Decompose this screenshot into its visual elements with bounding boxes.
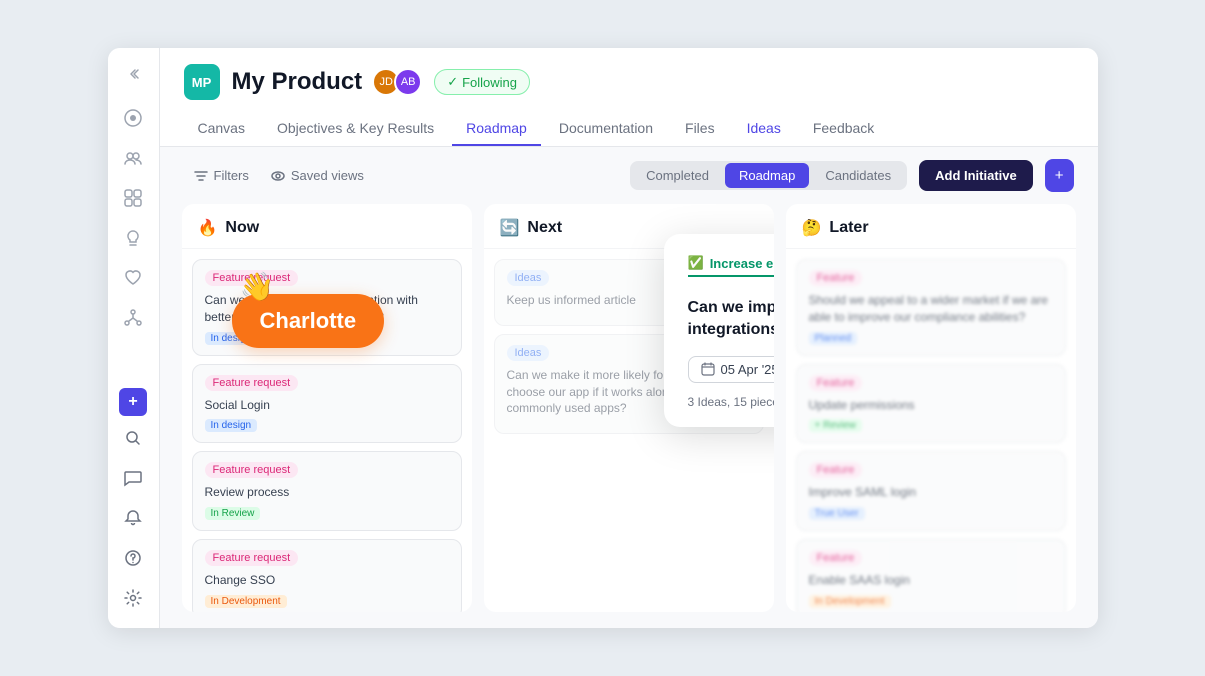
status-badge: Feature request: [205, 375, 299, 391]
now-icon: 🔥: [198, 218, 218, 238]
table-row[interactable]: Feature request Change SSO In Developmen…: [192, 539, 462, 612]
card-label: Planned: [809, 332, 858, 345]
sidebar-item-settings[interactable]: [115, 580, 151, 616]
table-row[interactable]: Feature Should we appeal to a wider mark…: [796, 259, 1066, 356]
kanban-col-now-header: 🔥 Now: [182, 204, 472, 249]
kanban-col-next: 🔄 Next Ideas Keep us informed article Id…: [484, 204, 774, 612]
kanban-col-now: 🔥 Now Feature request Can we increase ad…: [182, 204, 472, 612]
eye-icon: [271, 169, 285, 183]
card-text: Change SSO: [205, 572, 449, 589]
tab-feedback[interactable]: Feedback: [799, 112, 888, 146]
sidebar-item-team[interactable]: [115, 140, 151, 176]
popup-date: 05 Apr '25: [688, 356, 774, 383]
status-badge: Ideas: [507, 270, 550, 286]
table-row[interactable]: Feature Improve SAML login True User: [796, 451, 1066, 531]
tab-okr[interactable]: Objectives & Key Results: [263, 112, 448, 146]
status-badge: Feature request: [205, 462, 299, 478]
card-text: Should we appeal to a wider market if we…: [809, 292, 1053, 326]
view-toggle: Completed Roadmap Candidates: [630, 161, 907, 190]
charlotte-bubble: 👋 Charlotte: [232, 294, 385, 348]
kanban-col-later-header: 🤔 Later: [786, 204, 1076, 249]
sidebar-item-chat[interactable]: [115, 460, 151, 496]
sidebar-item-group[interactable]: [115, 180, 151, 216]
product-avatar: MP: [184, 64, 220, 100]
add-button[interactable]: +: [119, 388, 147, 416]
tab-files[interactable]: Files: [671, 112, 729, 146]
table-row[interactable]: Feature Update permissions + Review: [796, 364, 1066, 444]
popup-meta: 3 Ideas, 15 pieces of Feedback, and 5 Us…: [688, 395, 774, 409]
status-badge: Feature request: [205, 550, 299, 566]
tab-roadmap[interactable]: Roadmap: [452, 112, 541, 146]
status-badge: Feature: [809, 550, 863, 566]
status-badge: Feature: [809, 462, 863, 478]
next-icon: 🔄: [500, 218, 520, 238]
check-circle-icon: ✅: [688, 255, 704, 271]
header: MP My Product JD AB ✓ Following Canvas O…: [160, 48, 1098, 147]
filters-button[interactable]: Filters: [184, 162, 259, 189]
popup-question: Can we improve effectiveness by providin…: [688, 297, 774, 342]
card-text: Update permissions: [809, 397, 1053, 414]
sidebar-item-bell[interactable]: [115, 500, 151, 536]
sidebar-item-dashboard[interactable]: [115, 100, 151, 136]
table-row[interactable]: Feature request Review process In Review: [192, 451, 462, 531]
card-label: True User: [809, 507, 865, 520]
status-badge: Feature: [809, 375, 863, 391]
card-text: Social Login: [205, 397, 449, 414]
sidebar: +: [108, 48, 160, 628]
sidebar-item-search[interactable]: [115, 420, 151, 456]
status-badge: Feature: [809, 270, 863, 286]
tab-documentation[interactable]: Documentation: [545, 112, 667, 146]
filter-icon: [194, 169, 208, 183]
card-text: Improve SAML login: [809, 484, 1053, 501]
sidebar-item-structure[interactable]: [115, 300, 151, 336]
collapse-sidebar-button[interactable]: [119, 60, 147, 88]
avatar: AB: [394, 68, 422, 96]
wave-icon: 👋: [240, 270, 275, 303]
card-text: Review process: [205, 484, 449, 501]
saved-views-button[interactable]: Saved views: [271, 168, 364, 183]
card-text: Enable SAAS login: [809, 572, 1053, 589]
table-row[interactable]: Feature request Social Login In design: [192, 364, 462, 444]
nav-tabs: Canvas Objectives & Key Results Roadmap …: [184, 112, 1074, 146]
sidebar-item-heart[interactable]: [115, 260, 151, 296]
toolbar: Filters Saved views Completed Roadmap Ca…: [160, 147, 1098, 204]
page-title: My Product: [232, 68, 363, 96]
add-plus-button[interactable]: +: [1045, 159, 1074, 192]
kanban-area: 🔥 Now Feature request Can we increase ad…: [160, 204, 1098, 628]
kanban-col-later-body: Feature Should we appeal to a wider mark…: [786, 249, 1076, 612]
status-badge: Ideas: [507, 345, 550, 361]
later-icon: 🤔: [802, 218, 822, 238]
toggle-candidates[interactable]: Candidates: [811, 163, 905, 188]
tab-canvas[interactable]: Canvas: [184, 112, 259, 146]
user-avatars: JD AB: [378, 68, 422, 96]
calendar-icon: [701, 362, 715, 376]
popup-card: ✅ Increase engagement Can we improve eff…: [664, 234, 774, 427]
popup-engagement-tag: ✅ Increase engagement: [688, 255, 774, 277]
following-button[interactable]: ✓ Following: [434, 69, 530, 95]
toolbar-left: Filters Saved views: [184, 162, 619, 189]
sidebar-item-help[interactable]: [115, 540, 151, 576]
card-label: + Review: [809, 419, 862, 432]
add-initiative-button[interactable]: Add Initiative: [919, 160, 1033, 191]
check-icon: ✓: [447, 74, 458, 90]
header-top: MP My Product JD AB ✓ Following: [184, 64, 1074, 100]
card-label: In Development: [205, 595, 287, 608]
main-content: MP My Product JD AB ✓ Following Canvas O…: [160, 48, 1098, 628]
card-label: In Development: [809, 595, 891, 608]
table-row[interactable]: Feature Enable SAAS login In Development: [796, 539, 1066, 612]
toggle-roadmap[interactable]: Roadmap: [725, 163, 809, 188]
kanban-col-later: 🤔 Later Feature Should we appeal to a wi…: [786, 204, 1076, 612]
sidebar-item-bulb[interactable]: [115, 220, 151, 256]
tab-ideas[interactable]: Ideas: [733, 112, 795, 146]
toggle-completed[interactable]: Completed: [632, 163, 723, 188]
card-label: In Review: [205, 507, 261, 520]
card-label: In design: [205, 419, 258, 432]
